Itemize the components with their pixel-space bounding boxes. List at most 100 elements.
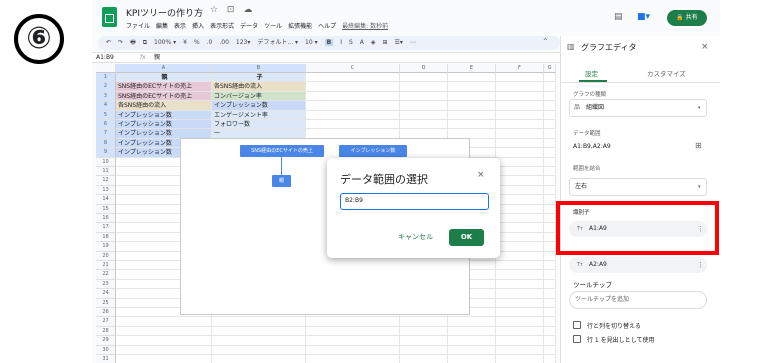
table-cell[interactable] [448, 317, 496, 327]
table-cell[interactable] [496, 157, 544, 167]
table-cell[interactable] [544, 261, 556, 271]
cancel-button[interactable]: キャンセル [392, 229, 439, 246]
table-cell[interactable] [306, 101, 400, 111]
table-cell[interactable] [448, 120, 496, 130]
table-cell[interactable] [496, 270, 544, 280]
table-cell[interactable] [496, 336, 544, 346]
table-cell[interactable] [400, 326, 448, 337]
toolbar-button[interactable]: デフォルト... ▾ [257, 39, 298, 46]
table-cell[interactable] [400, 101, 448, 111]
menu-item[interactable]: 編集 [156, 23, 168, 30]
row-header[interactable]: 13 [96, 185, 116, 196]
table-cell[interactable] [544, 185, 556, 196]
table-cell[interactable] [496, 289, 544, 299]
chart-node-impressions[interactable]: インプレッション数 [339, 145, 407, 157]
table-cell[interactable] [544, 110, 556, 120]
toolbar-button[interactable]: ↷ [118, 39, 123, 46]
table-cell[interactable] [544, 176, 556, 186]
column-header[interactable]: D [400, 64, 448, 73]
table-cell[interactable]: 各SNS経由の流入 [116, 101, 212, 111]
toolbar-button[interactable]: ⋯ [410, 39, 416, 46]
table-cell[interactable] [448, 326, 496, 337]
column-header[interactable]: G [544, 64, 556, 73]
toolbar-button[interactable]: ⊞ [383, 39, 388, 46]
table-cell[interactable] [544, 308, 556, 318]
table-cell[interactable] [496, 214, 544, 224]
table-cell[interactable]: エンゲージメント率 [212, 110, 306, 120]
table-cell[interactable] [448, 82, 496, 92]
table-cell[interactable] [544, 355, 556, 363]
row-header[interactable]: 26 [96, 308, 116, 318]
table-cell[interactable] [496, 167, 544, 177]
table-cell[interactable] [448, 355, 496, 363]
tab-customize[interactable]: カスタマイズ [647, 68, 686, 78]
toolbar-button[interactable]: I [340, 39, 342, 46]
table-cell[interactable] [212, 326, 306, 337]
row-header[interactable]: 20 [96, 251, 116, 261]
row-header[interactable]: 18 [96, 232, 116, 243]
table-cell[interactable] [544, 157, 556, 167]
row-header[interactable]: 31 [96, 355, 116, 363]
menu-item[interactable]: ヘルプ [318, 23, 336, 30]
table-cell[interactable]: インプレッション数 [212, 101, 306, 111]
table-cell[interactable] [544, 129, 556, 139]
table-cell[interactable]: コンバージョン率 [212, 91, 306, 102]
table-cell[interactable] [306, 355, 400, 363]
row-header[interactable]: 17 [96, 223, 116, 233]
table-cell[interactable] [212, 317, 306, 327]
table-cell[interactable]: インプレッション数 [116, 120, 212, 130]
table-cell[interactable] [496, 223, 544, 233]
toolbar-button[interactable]: 100% ▾ [154, 39, 176, 46]
header-row-checkbox[interactable] [573, 335, 581, 343]
second-range-chip[interactable]: Tт A2:A9 ⋮ [569, 257, 707, 273]
table-cell[interactable]: SNS経由のECサイトの売上 [116, 82, 212, 92]
row-header[interactable]: 15 [96, 204, 116, 214]
table-cell[interactable]: 子 [212, 73, 306, 83]
menu-item[interactable]: 挿入 [192, 23, 204, 30]
table-cell[interactable] [448, 73, 496, 83]
table-cell[interactable] [116, 336, 212, 346]
sheets-logo-icon[interactable] [102, 7, 117, 27]
row-header[interactable]: 11 [96, 167, 116, 177]
table-cell[interactable] [496, 129, 544, 139]
table-cell[interactable] [496, 176, 544, 186]
table-cell[interactable] [496, 251, 544, 261]
row-header[interactable]: 27 [96, 317, 116, 327]
row-header[interactable]: 8 [96, 138, 116, 149]
row-header[interactable]: 7 [96, 129, 116, 139]
table-cell[interactable] [544, 345, 556, 355]
row-header[interactable]: 14 [96, 195, 116, 205]
table-cell[interactable]: インプレッション数 [116, 110, 212, 120]
table-cell[interactable] [400, 82, 448, 92]
table-cell[interactable] [400, 91, 448, 102]
table-cell[interactable]: フォロワー数 [212, 120, 306, 130]
table-cell[interactable] [212, 345, 306, 355]
table-cell[interactable] [544, 326, 556, 337]
toolbar-button[interactable]: ◈ [371, 39, 376, 46]
table-cell[interactable] [496, 82, 544, 92]
tab-setup[interactable]: 設定 [585, 68, 598, 78]
row-header[interactable]: 3 [96, 91, 116, 102]
data-range-value[interactable]: A1:B9,A2:A9 [573, 143, 611, 150]
row-header[interactable]: 2 [96, 82, 116, 92]
table-cell[interactable] [544, 298, 556, 308]
ok-button[interactable]: OK [449, 229, 484, 246]
row-header[interactable]: 30 [96, 345, 116, 355]
range-input[interactable]: B2:B9 [340, 193, 489, 210]
table-cell[interactable] [306, 73, 400, 83]
table-cell[interactable] [496, 110, 544, 120]
table-cell[interactable] [448, 91, 496, 102]
table-cell[interactable] [544, 232, 556, 243]
table-cell[interactable] [496, 101, 544, 111]
table-cell[interactable]: 各SNS経由の流入 [212, 82, 306, 92]
row-header[interactable]: 24 [96, 289, 116, 299]
toolbar-button[interactable]: A [360, 39, 364, 46]
column-header[interactable]: C [306, 64, 400, 73]
table-cell[interactable] [496, 185, 544, 196]
column-header[interactable]: F [496, 64, 544, 73]
table-cell[interactable] [544, 279, 556, 290]
column-header[interactable]: B [212, 64, 306, 73]
menu-item[interactable]: データ [240, 23, 258, 30]
toolbar-button[interactable]: ↶ [106, 39, 111, 46]
table-cell[interactable] [306, 317, 400, 327]
